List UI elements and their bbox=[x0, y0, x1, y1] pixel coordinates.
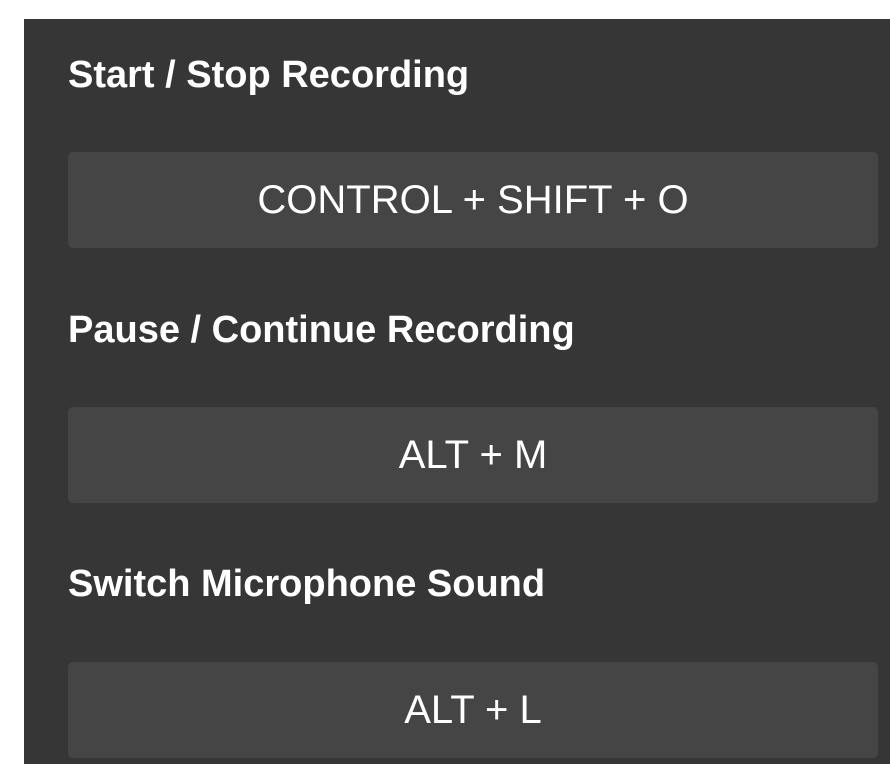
pause-continue-recording-shortcut[interactable]: ALT + M bbox=[68, 407, 878, 503]
pause-continue-recording-title: Pause / Continue Recording bbox=[68, 309, 575, 351]
start-stop-recording-title: Start / Stop Recording bbox=[68, 54, 470, 96]
shortcuts-panel: Start / Stop Recording CONTROL + SHIFT +… bbox=[24, 19, 890, 764]
switch-microphone-sound-title: Switch Microphone Sound bbox=[68, 563, 546, 605]
switch-microphone-sound-shortcut[interactable]: ALT + L bbox=[68, 662, 878, 758]
start-stop-recording-shortcut[interactable]: CONTROL + SHIFT + O bbox=[68, 152, 878, 248]
